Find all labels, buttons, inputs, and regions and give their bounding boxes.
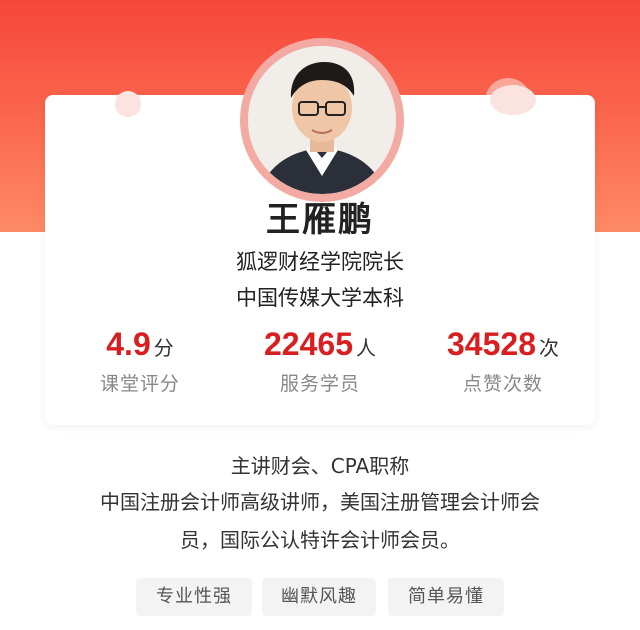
instructor-education: 中国传媒大学本科 (236, 286, 404, 310)
tag-humorous[interactable]: 幽默风趣 (262, 578, 376, 616)
stat-label: 课堂评分 (99, 373, 180, 395)
stat-students-served: 22465 人 服务学员 (220, 326, 420, 396)
stat-label: 服务学员 (279, 373, 360, 395)
stat-value: 34528 (447, 326, 536, 362)
stat-value: 4.9 (106, 326, 151, 362)
description-line: 员，国际公认特许会计师会员。 (180, 528, 460, 552)
stat-course-rating: 4.9 分 课堂评分 (40, 326, 240, 396)
description-line: 主讲财会、CPA职称 (230, 454, 410, 478)
stat-unit: 次 (538, 336, 559, 360)
stat-value: 22465 (264, 326, 353, 362)
stat-unit: 人 (355, 336, 376, 360)
tag-easy-to-understand[interactable]: 简单易懂 (388, 578, 504, 616)
stat-likes-count: 34528 次 点赞次数 (403, 326, 603, 396)
stat-label: 点赞次数 (462, 373, 543, 395)
avatar[interactable] (240, 38, 404, 202)
person-portrait-icon (248, 46, 396, 194)
instructor-title: 狐逻财经学院院长 (236, 250, 404, 274)
decor-bubble (490, 85, 536, 115)
decor-bubble (115, 91, 141, 117)
stat-unit: 分 (153, 336, 174, 360)
description-line: 中国注册会计师高级讲师，美国注册管理会计师会 (100, 490, 540, 514)
instructor-name: 王雁鹏 (266, 200, 374, 240)
tag-professional[interactable]: 专业性强 (136, 578, 252, 616)
avatar-photo (248, 46, 396, 194)
